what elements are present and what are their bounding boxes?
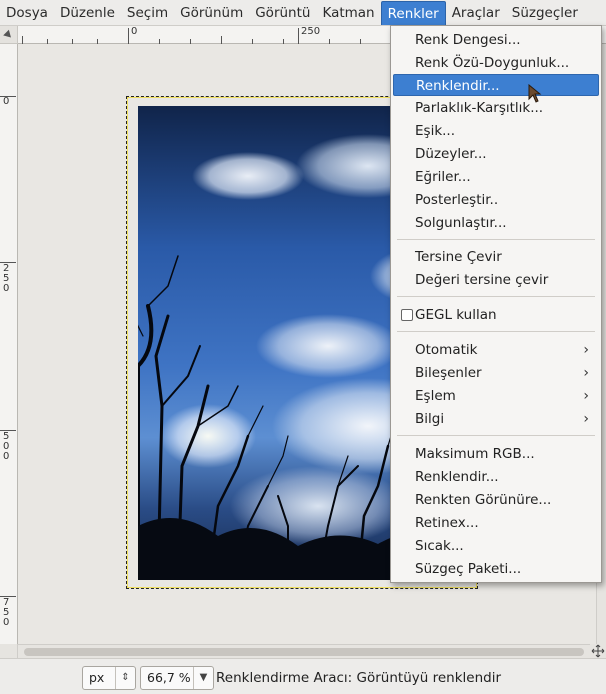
menu-secim[interactable]: Seçim	[121, 1, 174, 25]
menu-item-renklendir-2[interactable]: Renklendir...	[393, 466, 599, 488]
hruler-label-250: 250	[301, 26, 321, 37]
navigate-icon[interactable]	[590, 644, 606, 658]
unit-value: px	[89, 670, 105, 685]
zoom-value: 66,7 %	[147, 670, 191, 685]
vruler-label-500: 500	[3, 431, 10, 462]
menu-item-esik[interactable]: Eşik...	[393, 120, 599, 142]
menu-goruntu[interactable]: Görüntü	[249, 1, 316, 25]
unit-select[interactable]: px ⇕	[82, 666, 136, 690]
vruler-label-750: 750	[3, 597, 10, 628]
menu-gorunum[interactable]: Görünüm	[174, 1, 249, 25]
eslem-label: Eşlem	[415, 388, 456, 404]
menu-item-maksimum-rgb[interactable]: Maksimum RGB...	[393, 443, 599, 465]
menu-item-posterlestir[interactable]: Posterleştir..	[393, 189, 599, 211]
bilesenler-label: Bileşenler	[415, 365, 482, 381]
gegl-label: GEGL kullan	[415, 307, 497, 323]
spin-updown-icon[interactable]: ⇕	[115, 667, 135, 689]
horizontal-scrollbar[interactable]	[18, 644, 596, 658]
menu-item-degeri-tersine-cevir[interactable]: Değeri tersine çevir	[393, 269, 599, 291]
menu-item-parlaklik-karsitlik[interactable]: Parlaklık-Karşıtlık...	[393, 97, 599, 119]
menu-renkler[interactable]: Renkler	[380, 0, 446, 25]
vruler-label-0: 0	[3, 96, 10, 107]
status-bar: px ⇕ 66,7 % ▼ Renklendirme Aracı: Görünt…	[0, 658, 606, 694]
chevron-right-icon: ›	[583, 388, 589, 404]
menu-item-eslem[interactable]: Eşlem ›	[393, 385, 599, 407]
menu-separator	[397, 296, 595, 297]
menu-separator	[397, 239, 595, 240]
chevron-down-icon[interactable]: ▼	[193, 667, 213, 689]
chevron-right-icon: ›	[583, 411, 589, 427]
otomatik-label: Otomatik	[415, 342, 478, 358]
arrow-icon	[3, 29, 14, 41]
menu-item-retinex[interactable]: Retinex...	[393, 512, 599, 534]
menu-katman[interactable]: Katman	[316, 1, 380, 25]
menu-item-bilesenler[interactable]: Bileşenler ›	[393, 362, 599, 384]
menu-item-egriler[interactable]: Eğriler...	[393, 166, 599, 188]
zoom-corner-left	[0, 644, 18, 658]
menu-dosya[interactable]: Dosya	[0, 1, 54, 25]
renkler-menu: Renk Dengesi... Renk Özü-Doygunluk... Re…	[390, 25, 602, 583]
vertical-ruler[interactable]: 0 250 500 750	[0, 44, 18, 644]
menu-separator	[397, 331, 595, 332]
menu-separator	[397, 435, 595, 436]
menu-item-otomatik[interactable]: Otomatik ›	[393, 339, 599, 361]
menu-item-sicak[interactable]: Sıcak...	[393, 535, 599, 557]
zoom-select[interactable]: 66,7 % ▼	[140, 666, 214, 690]
menu-item-renk-ozu-doygunluk[interactable]: Renk Özü-Doygunluk...	[393, 52, 599, 74]
quick-mask-corner[interactable]	[0, 26, 18, 44]
menu-item-bilgi[interactable]: Bilgi ›	[393, 408, 599, 430]
checkbox-icon[interactable]	[401, 309, 413, 321]
hruler-label-0: 0	[131, 26, 138, 37]
chevron-right-icon: ›	[583, 342, 589, 358]
menu-araclar[interactable]: Araçlar	[446, 1, 506, 25]
menu-item-duzeyler[interactable]: Düzeyler...	[393, 143, 599, 165]
menu-item-gegl-kullan[interactable]: GEGL kullan	[393, 304, 599, 326]
menu-item-tersine-cevir[interactable]: Tersine Çevir	[393, 246, 599, 268]
chevron-right-icon: ›	[583, 365, 589, 381]
menu-item-renk-dengesi[interactable]: Renk Dengesi...	[393, 29, 599, 51]
menu-duzenle[interactable]: Düzenle	[54, 1, 121, 25]
status-message: Renklendirme Aracı: Görüntüyü renklendir	[216, 670, 502, 686]
mouse-pointer-icon	[528, 84, 542, 103]
menu-bar: Dosya Düzenle Seçim Görünüm Görüntü Katm…	[0, 0, 606, 26]
vruler-label-250: 250	[3, 263, 10, 294]
menu-suzgecler[interactable]: Süzgeçler	[506, 1, 584, 25]
menu-item-solgunlastir[interactable]: Solgunlaştır...	[393, 212, 599, 234]
horizontal-scroll-thumb[interactable]	[24, 648, 584, 656]
menu-item-renkten-gorunure[interactable]: Renkten Görünüre...	[393, 489, 599, 511]
menu-item-suzgec-paketi[interactable]: Süzgeç Paketi...	[393, 558, 599, 580]
bilgi-label: Bilgi	[415, 411, 445, 427]
menu-item-renklendir[interactable]: Renklendir...	[393, 74, 599, 96]
